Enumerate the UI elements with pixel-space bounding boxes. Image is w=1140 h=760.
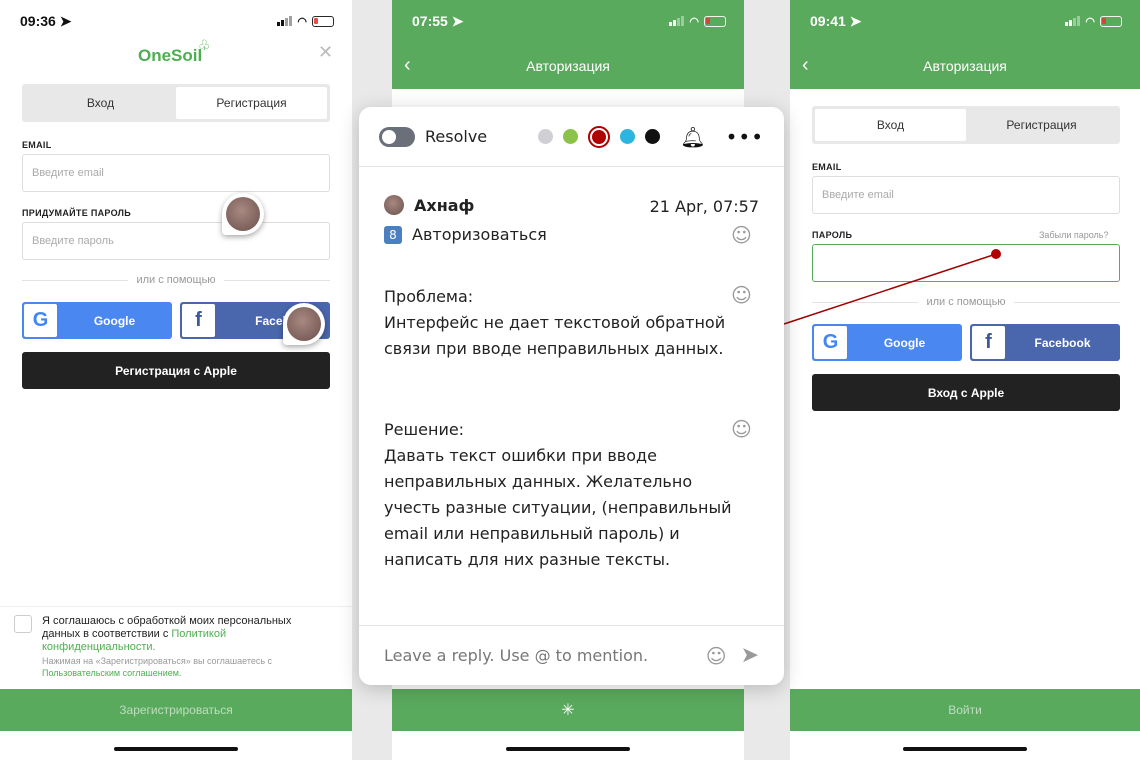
wifi-icon: ◠ [297, 15, 307, 28]
back-chevron-icon[interactable]: ‹ [802, 54, 809, 77]
google-icon: G [24, 304, 57, 337]
status-bar: 09:41 ➤ ◠ [790, 0, 1140, 42]
signal-icon [277, 16, 293, 26]
email-label: EMAIL [812, 162, 842, 172]
password-field[interactable]: Введите пароль [22, 222, 330, 260]
send-icon[interactable]: ➤ [741, 643, 759, 668]
consent-checkbox[interactable] [14, 615, 32, 633]
leaf-icon: ♧ [198, 38, 211, 54]
comment-pin-avatar[interactable] [283, 303, 325, 345]
battery-icon [1100, 15, 1122, 27]
apple-register-button[interactable]: Регистрация с Apple [22, 352, 330, 389]
color-picker [538, 125, 661, 148]
status-bar: 07:55 ➤ ◠ [392, 0, 744, 42]
status-bar: 09:36 ➤ ◠ [0, 0, 352, 42]
signal-icon [1065, 16, 1081, 26]
add-reaction-icon[interactable]: ☺︎ [731, 283, 752, 307]
password-label: ПАРОЛЬ [812, 230, 853, 240]
auth-tabs: Вход Регистрация [812, 106, 1120, 144]
tab-register[interactable]: Регистрация [966, 109, 1117, 141]
battery-icon [704, 15, 726, 27]
consent-block: Я соглашаюсь с обработкой моих персональ… [0, 606, 352, 679]
color-swatch-black[interactable] [645, 129, 661, 144]
facebook-icon: f [182, 304, 215, 337]
reply-input[interactable]: Leave a reply. Use @ to mention. [384, 646, 648, 665]
facebook-label: Facebook [1034, 335, 1091, 350]
spinner-icon: ✳ [561, 702, 575, 719]
nav-title: Авторизация [923, 57, 1007, 74]
login-button[interactable]: Войти [790, 689, 1140, 731]
email-field[interactable]: Введите email [22, 154, 330, 192]
comment-solution: Решение: Давать текст ошибки при вводе н… [384, 420, 732, 569]
close-icon[interactable]: ✕ [318, 42, 333, 63]
add-reaction-icon[interactable]: ☺︎ [731, 417, 752, 441]
tab-login[interactable]: Вход [25, 87, 176, 119]
tab-register[interactable]: Регистрация [176, 87, 327, 119]
nav-bar: ‹ Авторизация [790, 42, 1140, 89]
nav-title: Авторизация [526, 57, 610, 74]
or-divider: или с помощью [812, 296, 1120, 308]
google-label: Google [93, 313, 136, 328]
loading-button: ✳ [392, 689, 744, 731]
home-indicator [903, 747, 1027, 751]
email-label: EMAIL [22, 140, 52, 150]
more-options-icon[interactable]: ••• [726, 125, 764, 149]
phone-screen-login: 09:41 ➤ ◠ ‹ Авторизация Вход Регистрация… [790, 0, 1140, 760]
comment-toolbar: Resolve 🔔︎ ••• [359, 107, 784, 167]
tag-number-badge: 8 [384, 225, 402, 244]
apple-login-button[interactable]: Вход с Apple [812, 374, 1120, 411]
home-indicator [114, 747, 238, 751]
home-indicator [506, 747, 630, 751]
author-name: Ахнаф [414, 195, 475, 215]
bell-icon[interactable]: 🔔︎ [680, 125, 705, 149]
password-label: ПРИДУМАЙТЕ ПАРОЛЬ [22, 208, 132, 218]
wifi-icon: ◠ [1085, 15, 1095, 28]
status-time: 09:41 ➤ [810, 12, 862, 29]
comment-card: Resolve 🔔︎ ••• Ахнаф 21 Apr, 07:57 8 Авт… [359, 107, 784, 685]
consent-small-text: Нажимая на «Зарегистрироваться» вы согла… [42, 656, 273, 666]
nav-bar: ‹ Авторизация [392, 42, 744, 89]
google-icon: G [814, 326, 847, 359]
wifi-icon: ◠ [689, 15, 699, 28]
onesoil-logo: OneSoil [138, 46, 203, 65]
tab-login[interactable]: Вход [815, 109, 966, 141]
google-button[interactable]: G Google [812, 324, 962, 361]
add-reaction-icon[interactable]: ☺︎ [731, 223, 752, 247]
status-time: 09:36 ➤ [20, 12, 72, 29]
emoji-icon[interactable]: ☺︎ [706, 644, 727, 668]
avatar [384, 195, 404, 215]
password-field[interactable] [812, 244, 1120, 282]
forgot-password-link[interactable]: Забыли пароль? [1039, 230, 1108, 240]
comment-author: Ахнаф [384, 195, 474, 215]
tag-text: Авторизоваться [412, 225, 547, 244]
resolve-toggle[interactable] [379, 126, 415, 147]
color-swatch-green[interactable] [563, 129, 579, 144]
resolve-label: Resolve [425, 127, 488, 146]
google-button[interactable]: G Google [22, 302, 172, 339]
consent-text: Я соглашаюсь с обработкой моих персональ… [42, 615, 292, 640]
color-swatch-gray[interactable] [538, 129, 554, 144]
auth-tabs: Вход Регистрация [22, 84, 330, 122]
comment-pin-avatar[interactable] [222, 193, 264, 235]
facebook-icon: f [972, 326, 1005, 359]
phone-screen-register: 09:36 ➤ ◠ OneSoil ♧ ✕ Вход Регистрация E… [0, 0, 352, 760]
comment-date: 21 Apr, 07:57 [649, 197, 759, 216]
status-time: 07:55 ➤ [412, 12, 464, 29]
comment-pin-dot[interactable] [991, 249, 1001, 259]
terms-link[interactable]: Пользовательским соглашением. [42, 668, 181, 678]
screen-tag: 8 Авторизоваться [384, 225, 547, 244]
battery-icon [312, 15, 334, 27]
or-divider: или с помощью [22, 274, 330, 286]
color-swatch-red-selected[interactable] [588, 125, 611, 148]
reply-bar: Leave a reply. Use @ to mention. ☺︎ ➤ [359, 625, 784, 685]
color-swatch-blue[interactable] [620, 129, 636, 144]
back-chevron-icon[interactable]: ‹ [404, 54, 411, 77]
register-button[interactable]: Зарегистрироваться [0, 689, 352, 731]
facebook-button[interactable]: f Facebook [970, 324, 1120, 361]
google-label: Google [883, 335, 926, 350]
email-field[interactable]: Введите email [812, 176, 1120, 214]
comment-problem: Проблема: Интерфейс не дает текстовой об… [384, 287, 726, 358]
signal-icon [669, 16, 685, 26]
